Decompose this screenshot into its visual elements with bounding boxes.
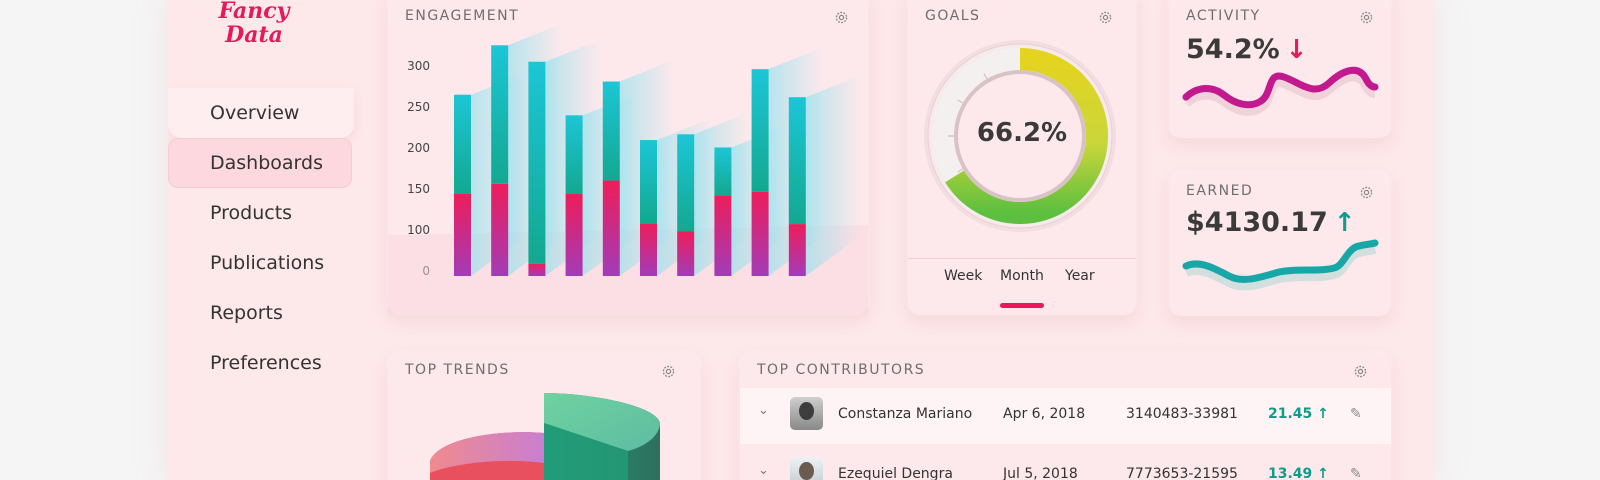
engagement-chart xyxy=(388,23,868,315)
activity-card: ACTIVITY 54.2% ↓ xyxy=(1169,0,1391,138)
tab-year[interactable]: Year xyxy=(1065,268,1095,284)
activity-value-row: 54.2% ↓ xyxy=(1186,34,1307,65)
bar-segment-bottom[interactable] xyxy=(714,195,732,276)
activity-sparkline xyxy=(1182,66,1379,116)
chevron-down-icon[interactable]: ⌄ xyxy=(758,403,769,418)
activity-value: 54.2% xyxy=(1186,34,1280,65)
sidebar-item-publications[interactable]: Publications xyxy=(168,238,354,288)
bar-segment-bottom[interactable] xyxy=(454,193,471,276)
activity-title: ACTIVITY xyxy=(1186,8,1261,24)
gear-icon[interactable] xyxy=(1352,363,1369,380)
dashboard-app: Fancy Data Overview Dashboards Products … xyxy=(168,0,1433,480)
divider xyxy=(908,258,1136,259)
tab-week[interactable]: Week xyxy=(944,268,982,284)
goal-percentage: 66.2% xyxy=(976,118,1068,148)
bar-segment-bottom[interactable] xyxy=(640,223,657,276)
avatar xyxy=(790,457,823,480)
sidebar-item-dashboards[interactable]: Dashboards xyxy=(168,138,352,188)
contributor-date: Jul 5, 2018 xyxy=(1003,466,1078,480)
pencil-icon[interactable]: ✎ xyxy=(1350,406,1362,422)
bar-segment-top[interactable] xyxy=(454,94,471,194)
bar-segment-bottom[interactable] xyxy=(602,180,620,276)
engagement-card: ENGAGEMENT 3002502001501000 xyxy=(388,0,868,315)
bar-segment-top[interactable] xyxy=(788,97,806,225)
bar-segment-bottom[interactable] xyxy=(491,183,509,276)
contributor-name: Constanza Mariano xyxy=(838,406,973,422)
contributor-value: 21.45 ↑ xyxy=(1268,406,1329,422)
logo-line-1: Fancy xyxy=(218,0,290,24)
chevron-down-icon[interactable]: ⌄ xyxy=(758,463,769,478)
tab-month[interactable]: Month xyxy=(1000,268,1044,284)
bar-segment-top[interactable] xyxy=(714,147,732,196)
top-trends-card: TOP TRENDS xyxy=(388,353,700,480)
earned-value-row: $4130.17 ↑ xyxy=(1186,207,1356,238)
sidebar-item-products[interactable]: Products xyxy=(168,188,354,238)
arrow-up-icon: ↑ xyxy=(1333,208,1356,238)
logo-line-2: Data xyxy=(225,22,283,48)
bar-segment-bottom[interactable] xyxy=(788,224,806,276)
table-row[interactable]: ⌄ Constanza Mariano Apr 6, 2018 3140483-… xyxy=(740,388,1391,444)
earned-value: $4130.17 xyxy=(1186,207,1328,238)
bar-segment-top[interactable] xyxy=(640,140,657,224)
sidebar-item-preferences[interactable]: Preferences xyxy=(168,338,354,388)
table-row[interactable]: ⌄ Ezequiel Dengra Jul 5, 2018 7773653-21… xyxy=(740,448,1391,480)
goals-card: GOALS 66.2% Week Month Year xyxy=(908,0,1136,315)
bar-segment-top[interactable] xyxy=(565,115,583,194)
bar-segment-top[interactable] xyxy=(491,45,509,184)
bar-segment-top[interactable] xyxy=(602,81,620,181)
avatar xyxy=(790,397,823,430)
bar-segment-top[interactable] xyxy=(528,61,546,264)
bar-segment-top[interactable] xyxy=(677,134,695,232)
gear-icon[interactable] xyxy=(1358,9,1375,26)
top-contributors-card: TOP CONTRIBUTORS ⌄ Constanza Mariano Apr… xyxy=(740,353,1391,480)
contributor-name: Ezequiel Dengra xyxy=(838,466,953,480)
active-tab-indicator xyxy=(1000,303,1044,308)
bar-segment-bottom[interactable] xyxy=(565,193,583,276)
earned-card: EARNED $4130.17 ↑ xyxy=(1169,173,1391,316)
bar-segment-bottom[interactable] xyxy=(677,231,695,276)
earned-title: EARNED xyxy=(1186,183,1254,199)
pencil-icon[interactable]: ✎ xyxy=(1350,466,1362,480)
bar-segment-top[interactable] xyxy=(751,69,769,192)
trends-pie-chart xyxy=(430,393,660,480)
contributor-value: 13.49 ↑ xyxy=(1268,466,1329,480)
logo: Fancy Data xyxy=(204,0,304,48)
top-contributors-title: TOP CONTRIBUTORS xyxy=(757,362,926,378)
sidebar-item-reports[interactable]: Reports xyxy=(168,288,354,338)
contributor-id: 7773653-21595 xyxy=(1126,466,1238,480)
sidebar-nav: Overview Dashboards Products Publication… xyxy=(168,88,354,388)
bar-segment-bottom[interactable] xyxy=(751,191,769,276)
contributor-id: 3140483-33981 xyxy=(1126,406,1238,422)
earned-sparkline xyxy=(1182,239,1379,291)
sidebar-item-overview[interactable]: Overview xyxy=(168,88,354,138)
bar-segment-bottom[interactable] xyxy=(528,263,546,276)
gear-icon[interactable] xyxy=(1358,184,1375,201)
arrow-down-icon: ↓ xyxy=(1285,35,1308,65)
contributor-date: Apr 6, 2018 xyxy=(1003,406,1086,422)
